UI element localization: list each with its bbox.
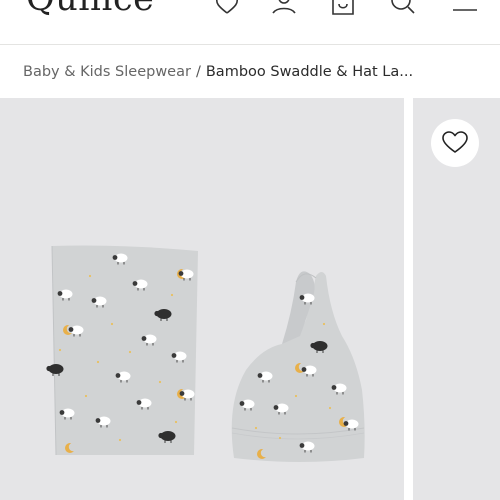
breadcrumb-parent-link[interactable]: Baby & Kids Sleepwear (23, 64, 191, 80)
wishlist-button[interactable] (431, 119, 479, 167)
menu-icon[interactable] (450, 0, 480, 20)
product-image-swaddle-and-hat (45, 245, 365, 462)
swaddle-blanket (45, 245, 198, 456)
product-image-gallery[interactable] (0, 98, 500, 500)
quince-logo[interactable]: Quince (26, 0, 154, 17)
search-icon[interactable] (388, 0, 418, 20)
heart-icon (442, 131, 468, 153)
breadcrumb-current: Bamboo Swaddle & Hat La... (205, 64, 414, 80)
account-icon[interactable] (269, 0, 299, 20)
breadcrumb: Baby & Kids Sleepwear / Bamboo Swaddle & H… (23, 62, 493, 82)
knotted-baby-hat (231, 271, 365, 462)
breadcrumb-separator: / (195, 64, 201, 80)
product-photo-main[interactable] (0, 98, 404, 500)
top-header: Quince (0, 0, 500, 45)
heart-icon[interactable] (212, 0, 242, 20)
bag-icon[interactable] (328, 0, 358, 20)
